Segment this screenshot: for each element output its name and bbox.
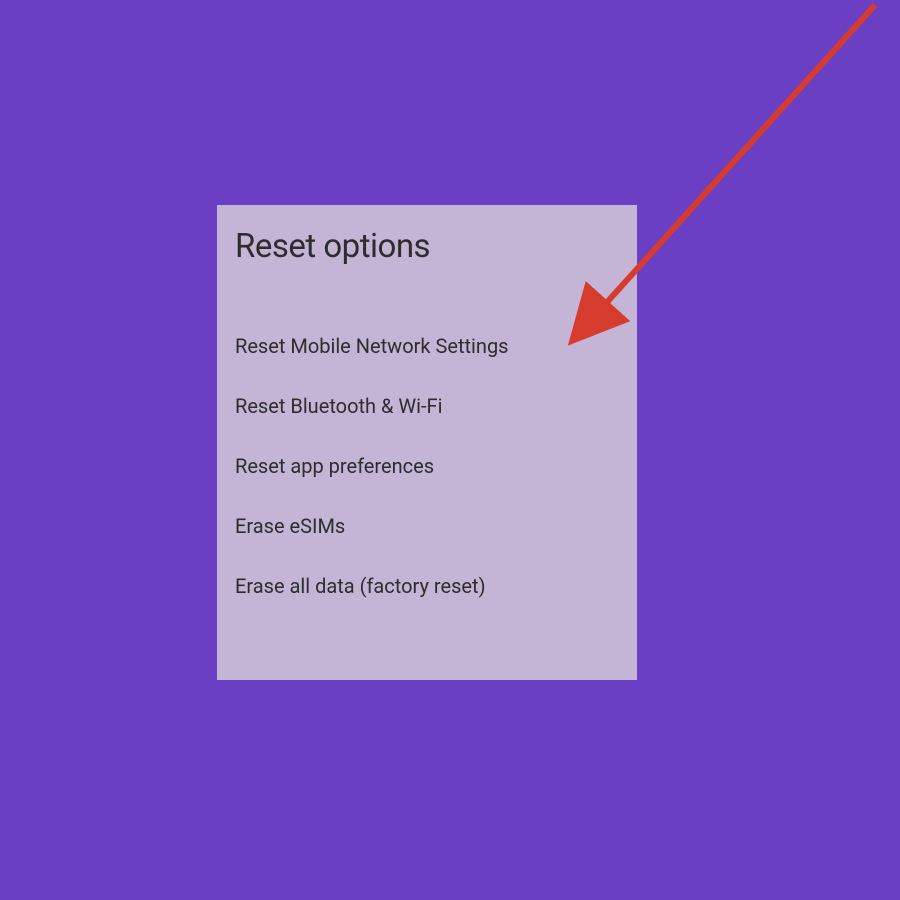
reset-options-panel: Reset options Reset Mobile Network Setti… xyxy=(217,205,637,680)
erase-esims-option[interactable]: Erase eSIMs xyxy=(235,496,619,556)
erase-all-data-option[interactable]: Erase all data (factory reset) xyxy=(235,556,619,616)
reset-mobile-network-option[interactable]: Reset Mobile Network Settings xyxy=(235,316,619,376)
reset-bluetooth-wifi-option[interactable]: Reset Bluetooth & Wi-Fi xyxy=(235,376,619,436)
reset-app-preferences-option[interactable]: Reset app preferences xyxy=(235,436,619,496)
page-title: Reset options xyxy=(235,227,619,266)
